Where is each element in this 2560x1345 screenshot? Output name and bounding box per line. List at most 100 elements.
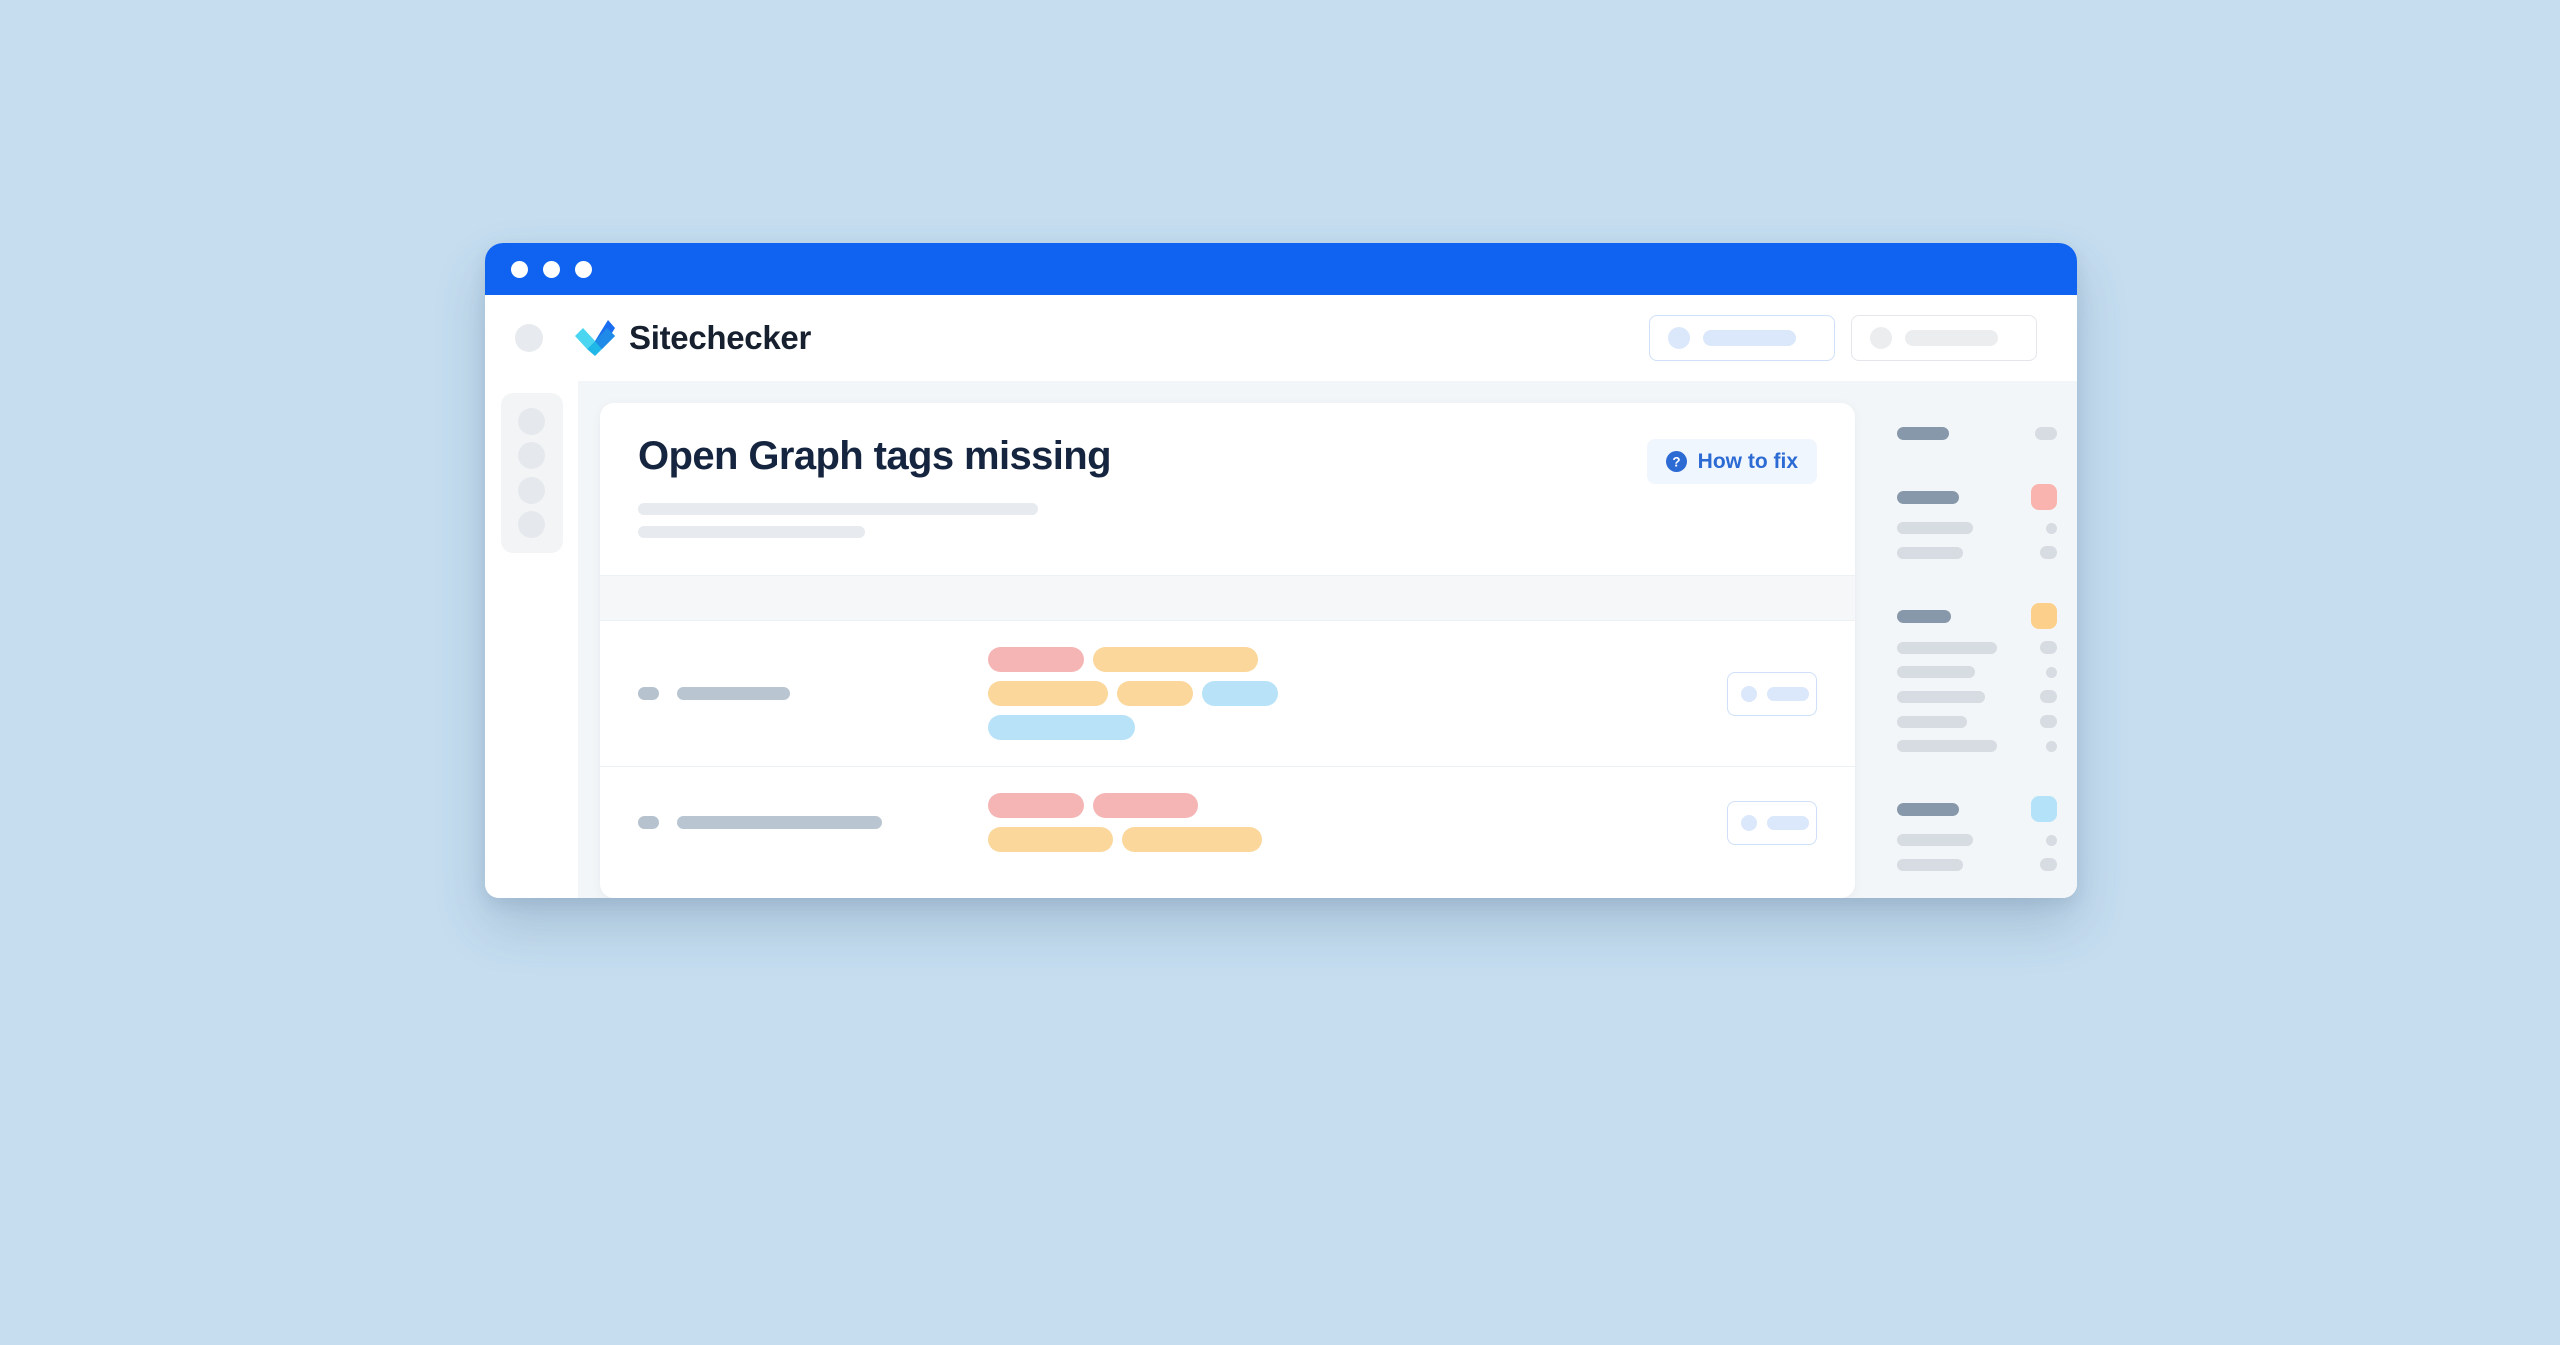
row-tag-group (988, 793, 1707, 852)
right-sidebar-item[interactable] (1897, 834, 2057, 846)
group-badge (2035, 427, 2057, 440)
right-sidebar-header-row[interactable] (1897, 796, 2057, 822)
row-title-placeholder (677, 816, 882, 829)
group-badge-info (2031, 796, 2057, 822)
item-badge (2040, 858, 2057, 871)
group-badge-warning (2031, 603, 2057, 629)
right-sidebar-item[interactable] (1897, 858, 2057, 871)
sitechecker-check-logo (575, 320, 615, 356)
row-checkbox[interactable] (638, 687, 659, 700)
window-dot-maximize[interactable] (575, 260, 592, 278)
issue-card-header: Open Graph tags missing ? How to fix (600, 403, 1855, 575)
right-sidebar-item[interactable] (1897, 546, 2057, 559)
left-sidebar (485, 381, 578, 898)
tag-line (988, 793, 1707, 818)
row-action-button[interactable] (1727, 800, 1817, 845)
row-action-label (1767, 815, 1809, 830)
skeleton-bar (638, 503, 1038, 515)
right-sidebar-item[interactable] (1897, 641, 2057, 654)
tag-pill-red (988, 647, 1084, 672)
left-sidebar-panel (500, 393, 563, 553)
tag-pill-orange (988, 681, 1108, 706)
row-action-label (1767, 686, 1809, 701)
tag-pill-red (1093, 793, 1198, 818)
window-titlebar (485, 243, 2077, 295)
right-sidebar-header-row[interactable] (1897, 603, 2057, 629)
item-title-placeholder (1897, 546, 1963, 559)
how-to-fix-button[interactable]: ? How to fix (1646, 439, 1817, 484)
right-sidebar-item[interactable] (1897, 715, 2057, 728)
app-body: Open Graph tags missing ? How to fix (485, 381, 2077, 898)
tag-line (988, 827, 1707, 852)
menu-toggle-icon[interactable] (515, 324, 543, 352)
skeleton-bar (638, 526, 865, 538)
item-title-placeholder (1897, 690, 1985, 703)
tag-pill-orange (988, 827, 1113, 852)
row-checkbox[interactable] (638, 816, 659, 829)
group-title-placeholder (1897, 609, 1951, 623)
item-title-placeholder (1897, 858, 1963, 871)
table-row[interactable] (600, 767, 1855, 878)
how-to-fix-label: How to fix (1697, 449, 1798, 473)
right-sidebar-header-row[interactable] (1897, 484, 2057, 510)
question-mark-circle-icon: ? (1665, 451, 1687, 472)
row-tag-group (988, 647, 1707, 740)
tag-pill-blue (988, 715, 1135, 740)
browser-window: Sitechecker Open Graph tags missing ? Ho… (485, 243, 2077, 898)
header-button-secondary-label (1905, 330, 1998, 346)
right-sidebar-item[interactable] (1897, 666, 2057, 678)
item-title-placeholder (1897, 666, 1975, 678)
tag-line (988, 681, 1707, 706)
row-action-button[interactable] (1727, 671, 1817, 716)
sidebar-item-4[interactable] (518, 510, 545, 538)
table-header-strip (600, 575, 1855, 621)
brand[interactable]: Sitechecker (575, 319, 811, 357)
item-badge (2040, 715, 2057, 728)
sidebar-item-1[interactable] (518, 408, 545, 436)
app-header: Sitechecker (485, 295, 2077, 381)
group-title-placeholder (1897, 427, 1949, 440)
sidebar-item-2[interactable] (518, 442, 545, 470)
item-badge (2046, 834, 2057, 846)
tag-pill-orange (1122, 827, 1262, 852)
header-button-secondary-icon (1870, 327, 1892, 349)
header-actions (1649, 315, 2037, 361)
right-sidebar-item[interactable] (1897, 522, 2057, 534)
sidebar-item-3[interactable] (518, 476, 545, 504)
right-sidebar-group (1897, 796, 2057, 871)
right-sidebar-item[interactable] (1897, 690, 2057, 703)
row-action-icon (1741, 814, 1757, 831)
tag-line (988, 715, 1707, 740)
item-title-placeholder (1897, 641, 1997, 654)
main-content: Open Graph tags missing ? How to fix (578, 381, 1877, 898)
right-sidebar-group (1897, 603, 2057, 752)
table-row[interactable] (600, 621, 1855, 767)
description-skeleton-line-2 (638, 526, 1627, 538)
item-title-placeholder (1897, 834, 1973, 846)
right-sidebar (1877, 381, 2077, 898)
window-dot-minimize[interactable] (543, 260, 560, 278)
right-sidebar-item[interactable] (1897, 740, 2057, 752)
header-button-primary[interactable] (1649, 315, 1835, 361)
window-dot-close[interactable] (511, 260, 528, 278)
item-badge (2046, 666, 2057, 678)
tag-pill-orange (1117, 681, 1193, 706)
header-button-secondary[interactable] (1851, 315, 2037, 361)
right-sidebar-group (1897, 484, 2057, 559)
screenshot-stage: Sitechecker Open Graph tags missing ? Ho… (0, 0, 2560, 1345)
item-badge (2040, 546, 2057, 559)
item-badge (2046, 522, 2057, 534)
table-row-label (638, 816, 968, 829)
tag-pill-blue (1202, 681, 1278, 706)
item-title-placeholder (1897, 522, 1973, 534)
item-badge (2040, 690, 2057, 703)
right-sidebar-header-row[interactable] (1897, 427, 2057, 440)
header-button-primary-label (1703, 330, 1796, 346)
issue-card: Open Graph tags missing ? How to fix (600, 403, 1855, 898)
description-skeleton-line-1 (638, 503, 1627, 515)
page-title: Open Graph tags missing (638, 434, 1112, 478)
row-action-icon (1741, 685, 1757, 702)
tag-pill-red (988, 793, 1084, 818)
